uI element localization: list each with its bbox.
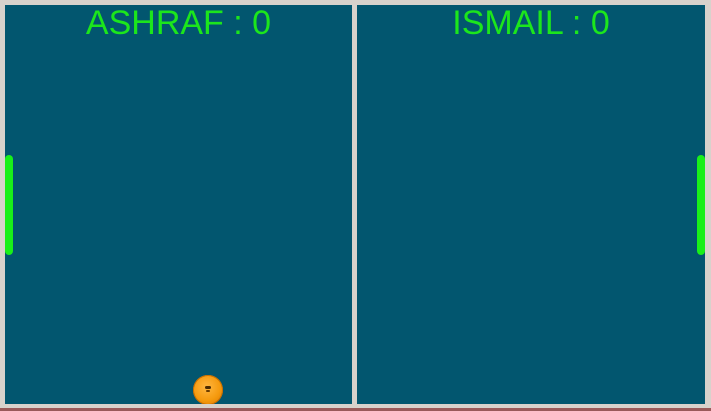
left-player-score: ASHRAF : 0 [5, 5, 352, 41]
left-paddle[interactable] [5, 155, 13, 255]
right-court [357, 5, 705, 404]
right-paddle[interactable] [697, 155, 705, 255]
center-net [352, 5, 357, 404]
ball [193, 375, 223, 405]
left-court [5, 5, 352, 404]
right-score-label: ISMAIL : 0 [452, 4, 610, 42]
game-window: ASHRAF : 0 ISMAIL : 0 [0, 0, 711, 411]
right-player-score: ISMAIL : 0 [357, 5, 705, 41]
left-score-label: ASHRAF : 0 [85, 4, 272, 42]
